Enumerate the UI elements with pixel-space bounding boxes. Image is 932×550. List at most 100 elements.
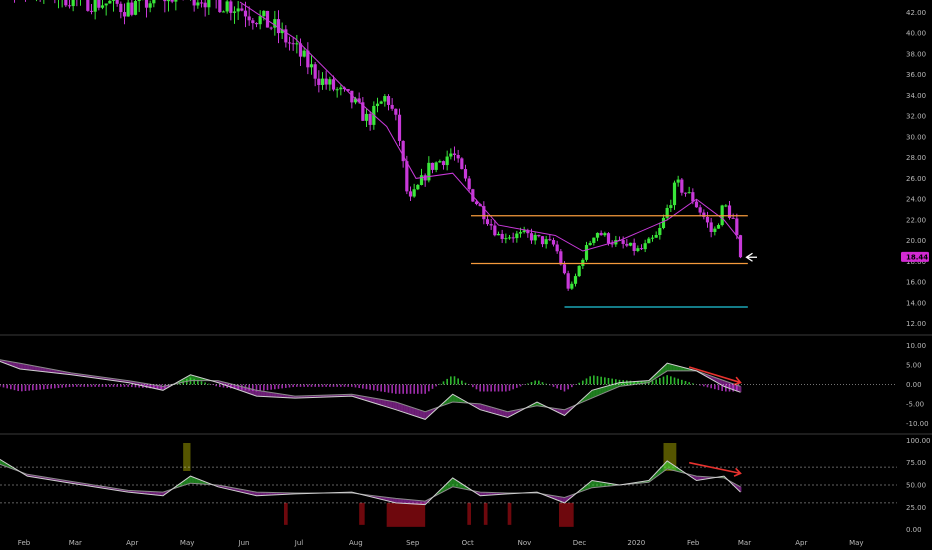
macd-histogram-bar bbox=[479, 384, 481, 392]
macd-histogram-bar bbox=[538, 380, 540, 385]
price-candle bbox=[669, 205, 673, 208]
price-candle bbox=[166, 0, 171, 2]
price-candle bbox=[405, 161, 409, 192]
time-axis-label: Mar bbox=[738, 539, 751, 547]
price-candle bbox=[390, 104, 394, 109]
macd-histogram-bar bbox=[365, 384, 368, 390]
rsi-oversold-zone bbox=[359, 502, 365, 525]
macd-fill bbox=[260, 390, 263, 397]
price-candle bbox=[713, 228, 717, 232]
price-candle bbox=[599, 232, 603, 236]
price-candle bbox=[412, 189, 416, 197]
price-candle bbox=[566, 273, 570, 289]
price-candle bbox=[427, 162, 431, 181]
macd-histogram-bar bbox=[688, 382, 690, 385]
time-axis-label: May bbox=[849, 539, 863, 547]
price-candle bbox=[207, 0, 211, 8]
macd-histogram-bar bbox=[571, 384, 573, 388]
price-candle bbox=[522, 230, 526, 233]
price-axis-tick: 14.00 bbox=[906, 299, 926, 307]
macd-histogram-bar bbox=[461, 380, 463, 385]
price-candle bbox=[639, 248, 644, 250]
price-candle bbox=[452, 153, 457, 155]
macd-histogram-bar bbox=[17, 384, 19, 392]
price-axis-tick: 22.00 bbox=[906, 216, 926, 224]
price-candle bbox=[515, 233, 519, 239]
price-candle bbox=[383, 96, 387, 102]
macd-histogram-bar bbox=[424, 384, 426, 394]
price-candle bbox=[111, 0, 116, 1]
price-candle bbox=[449, 153, 453, 157]
price-candle bbox=[328, 79, 332, 85]
price-candle bbox=[489, 224, 493, 226]
price-candle bbox=[562, 264, 567, 274]
macd-histogram-bar bbox=[384, 384, 386, 393]
price-candle bbox=[529, 233, 534, 241]
price-axis-tick: 24.00 bbox=[906, 196, 926, 204]
price-candle bbox=[317, 78, 321, 85]
macd-histogram-bar bbox=[516, 384, 518, 388]
macd-histogram-bar bbox=[127, 384, 129, 387]
price-candle bbox=[507, 237, 512, 239]
macd-histogram-bar bbox=[358, 384, 360, 388]
macd-histogram-bar bbox=[248, 384, 250, 391]
price-candle bbox=[386, 96, 391, 105]
price-candle bbox=[650, 237, 655, 239]
macd-histogram-bar bbox=[340, 384, 342, 387]
price-candle bbox=[606, 233, 611, 244]
price-axis-tick: 20.00 bbox=[906, 237, 926, 245]
price-axis-tick: 28.00 bbox=[906, 154, 926, 162]
macd-histogram-bar bbox=[24, 384, 27, 391]
price-candle bbox=[603, 233, 607, 236]
price-candle bbox=[691, 192, 695, 202]
price-candle bbox=[628, 242, 633, 246]
price-candle bbox=[636, 248, 640, 251]
macd-histogram-bar bbox=[409, 384, 412, 394]
macd-histogram-bar bbox=[490, 384, 492, 392]
rsi-axis-tick: 0.00 bbox=[906, 526, 922, 534]
macd-histogram-bar bbox=[252, 384, 254, 392]
price-candle bbox=[408, 191, 413, 197]
price-candle bbox=[287, 42, 292, 44]
price-candle bbox=[423, 175, 427, 181]
macd-histogram-bar bbox=[277, 384, 280, 389]
price-candle bbox=[705, 216, 710, 223]
price-candle bbox=[309, 64, 314, 68]
trading-chart[interactable]: 12.0014.0016.0018.0020.0022.0024.0026.00… bbox=[0, 0, 932, 550]
price-candle bbox=[276, 19, 281, 34]
price-candle bbox=[416, 184, 420, 190]
macd-histogram-bar bbox=[501, 384, 503, 392]
price-candle bbox=[218, 0, 222, 13]
price-candle bbox=[335, 89, 339, 91]
macd-histogram-bar bbox=[134, 384, 137, 388]
price-axis-tick: 42.00 bbox=[906, 9, 926, 17]
price-candle bbox=[93, 0, 97, 12]
time-axis-label: Mar bbox=[69, 539, 82, 547]
price-candle bbox=[67, 5, 72, 7]
macd-histogram-bar bbox=[659, 377, 661, 385]
macd-histogram-bar bbox=[406, 384, 408, 394]
macd-histogram-bar bbox=[35, 384, 38, 390]
rsi-fill bbox=[592, 480, 596, 488]
macd-histogram-bar bbox=[288, 384, 291, 388]
price-candle bbox=[654, 234, 658, 238]
macd-histogram-bar bbox=[629, 380, 632, 385]
price-candle bbox=[320, 78, 325, 85]
price-candle bbox=[537, 234, 541, 237]
macd-histogram-bar bbox=[505, 384, 507, 392]
rsi-axis-tick: 50.00 bbox=[906, 482, 926, 490]
macd-histogram-bar bbox=[714, 384, 716, 390]
macd-histogram-bar bbox=[651, 380, 654, 385]
macd-histogram-bar bbox=[325, 384, 327, 387]
macd-histogram-bar bbox=[420, 384, 423, 394]
macd-histogram-bar bbox=[589, 376, 591, 385]
time-axis-label: May bbox=[180, 539, 194, 547]
macd-histogram-bar bbox=[684, 381, 687, 385]
price-candle bbox=[119, 3, 123, 13]
price-candle bbox=[375, 103, 380, 106]
macd-histogram-bar bbox=[387, 384, 390, 393]
macd-histogram-bar bbox=[380, 384, 382, 392]
macd-histogram-bar bbox=[160, 384, 162, 390]
macd-histogram-bar bbox=[486, 384, 489, 392]
price-candle bbox=[434, 162, 438, 170]
